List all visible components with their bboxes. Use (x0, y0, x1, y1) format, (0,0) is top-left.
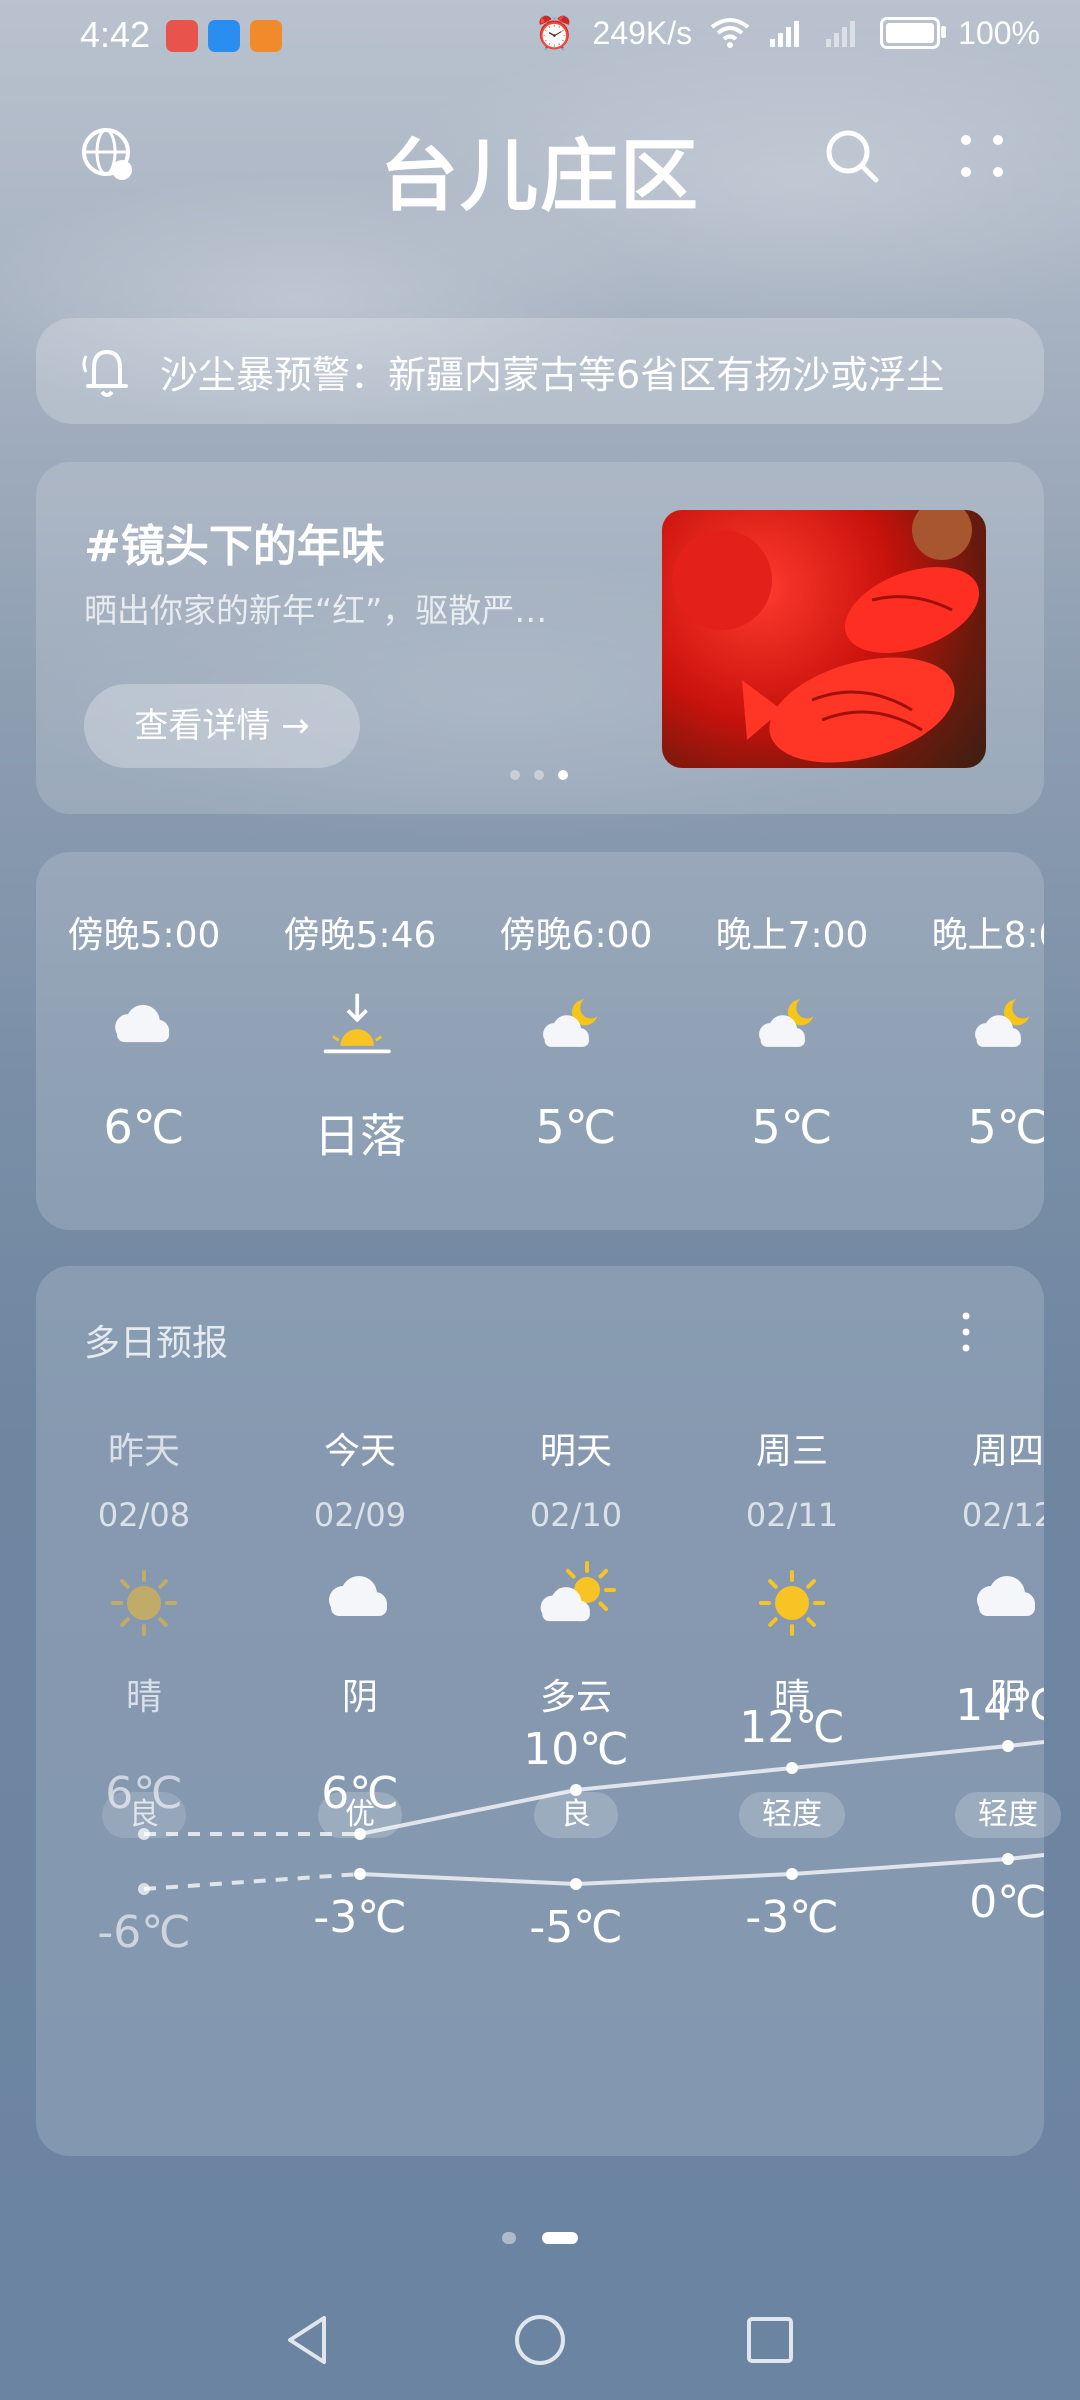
low-temp-point (354, 1868, 366, 1880)
wifi-icon (710, 18, 750, 48)
hourly-item[interactable]: 晚上8:00 5℃ (900, 906, 1044, 1154)
promo-pager (510, 770, 568, 780)
aqi-badge: 优 (318, 1792, 402, 1838)
hourly-time: 傍晚6:00 (499, 915, 653, 956)
more-icon[interactable] (958, 132, 1006, 180)
alert-bell-icon (82, 349, 128, 397)
alert-text: 沙尘暴预警：新疆内蒙古等6省区有扬沙或浮尘 (160, 353, 945, 397)
aqi-badge: 轻度 (955, 1792, 1061, 1838)
aqi-badge: 良 (534, 1792, 618, 1838)
hourly-item[interactable]: 傍晚5:46 日落 (252, 906, 468, 1166)
low-temp-line-segment (359, 1872, 577, 1886)
header: 台儿庄区 (0, 110, 1080, 222)
high-temp-label: 10℃ (523, 1724, 628, 1775)
hourly-temp: 5℃ (751, 1100, 833, 1154)
low-temp-line-segment (575, 1872, 793, 1886)
alarm-icon: ⏰ (534, 15, 575, 51)
promo-card[interactable]: #镜头下的年味 晒出你家的新年“红”，驱散严… 查看详情 → (36, 462, 1044, 814)
city-title[interactable]: 台儿庄区 (0, 114, 1080, 226)
view-details-button[interactable]: 查看详情 → (84, 684, 360, 768)
hourly-item[interactable]: 傍晚6:00 5℃ (468, 906, 684, 1154)
aqi-badge: 轻度 (739, 1792, 845, 1838)
cloudy-icon (104, 990, 184, 1070)
notification-icons (166, 20, 282, 52)
sunset-icon (320, 990, 400, 1070)
signal-empty-icon (826, 21, 856, 47)
daily-forecast-card[interactable]: 多日预报 昨天 02/08 晴今天 02/09 阴明天 02/10 多云 周三 0… (36, 1266, 1044, 2156)
hourly-item[interactable]: 傍晚5:00 6℃ (36, 906, 252, 1154)
high-temp-label: 14℃ (955, 1680, 1044, 1731)
hourly-temp: 6℃ (103, 1100, 185, 1154)
huawei-app-icon (166, 20, 198, 52)
hourly-temp: 5℃ (967, 1100, 1044, 1154)
signal-5g-icon (770, 21, 800, 47)
status-time: 4:42 (80, 14, 151, 55)
aqi-badge: 良 (102, 1792, 186, 1838)
weather-screen: 4:42 ⏰ 249K/s 100% 台儿庄区 沙尘暴预警：新疆内蒙古等6省区有… (0, 0, 1080, 2400)
net-speed: 249K/s (592, 14, 693, 51)
page-dot-1[interactable] (502, 2232, 516, 2244)
hourly-time: 傍晚5:00 (67, 915, 221, 956)
low-temp-label: 0℃ (969, 1877, 1044, 1928)
low-temp-label: -3℃ (313, 1892, 406, 1943)
hourly-time: 傍晚5:46 (283, 915, 437, 956)
promo-image[interactable] (662, 510, 986, 768)
low-temp-line-segment (143, 1872, 361, 1891)
hourly-temp: 日落 (314, 1109, 406, 1163)
recents-icon[interactable] (740, 2310, 800, 2370)
temperature-chart: 6℃-6℃6℃-3℃10℃-5℃12℃-3℃14℃0℃ (97, 1680, 1044, 1958)
search-icon[interactable] (822, 126, 882, 186)
partly-cloudy-night-icon (752, 990, 832, 1070)
hourly-time: 晚上7:00 (715, 915, 869, 956)
back-icon[interactable] (278, 2310, 338, 2370)
video-app-icon (250, 20, 282, 52)
home-icon[interactable] (510, 2310, 570, 2370)
hourly-item[interactable]: 晚上7:00 5℃ (684, 906, 900, 1154)
partly-cloudy-night-icon (968, 990, 1044, 1070)
partly-cloudy-night-icon (536, 990, 616, 1070)
high-temp-point (1002, 1740, 1014, 1752)
low-temp-label: -5℃ (529, 1902, 622, 1953)
hourly-temp: 5℃ (535, 1100, 617, 1154)
weather-app-icon (208, 20, 240, 52)
low-temp-point (570, 1878, 582, 1890)
hourly-time: 晚上8:00 (931, 915, 1044, 956)
promo-title: #镜头下的年味 (84, 521, 385, 572)
high-temp-point (786, 1762, 798, 1774)
low-temp-point (786, 1868, 798, 1880)
battery-percent: 100% (958, 14, 1040, 51)
status-bar: 4:42 ⏰ 249K/s 100% (0, 0, 1080, 72)
promo-subtitle: 晒出你家的新年“红”，驱散严… (84, 591, 548, 630)
weather-alert-banner[interactable]: 沙尘暴预警：新疆内蒙古等6省区有扬沙或浮尘 (36, 318, 1044, 424)
page-indicator (0, 2228, 1080, 2248)
low-temp-line-segment (791, 1857, 1009, 1876)
page-dot-2-active[interactable] (542, 2232, 578, 2244)
low-temp-point (1002, 1853, 1014, 1865)
system-nav-bar (0, 2300, 1080, 2380)
low-temp-label: -6℃ (97, 1907, 190, 1958)
low-temp-label: -3℃ (745, 1892, 838, 1943)
hourly-forecast-card[interactable]: 傍晚5:00 6℃ 傍晚5:46 日落 傍晚6:00 5℃ 晚上7:00 5℃ 晚上8:… (36, 852, 1044, 1230)
low-temp-point (138, 1883, 150, 1895)
high-temp-label: 12℃ (739, 1702, 844, 1753)
battery-icon (880, 17, 947, 49)
